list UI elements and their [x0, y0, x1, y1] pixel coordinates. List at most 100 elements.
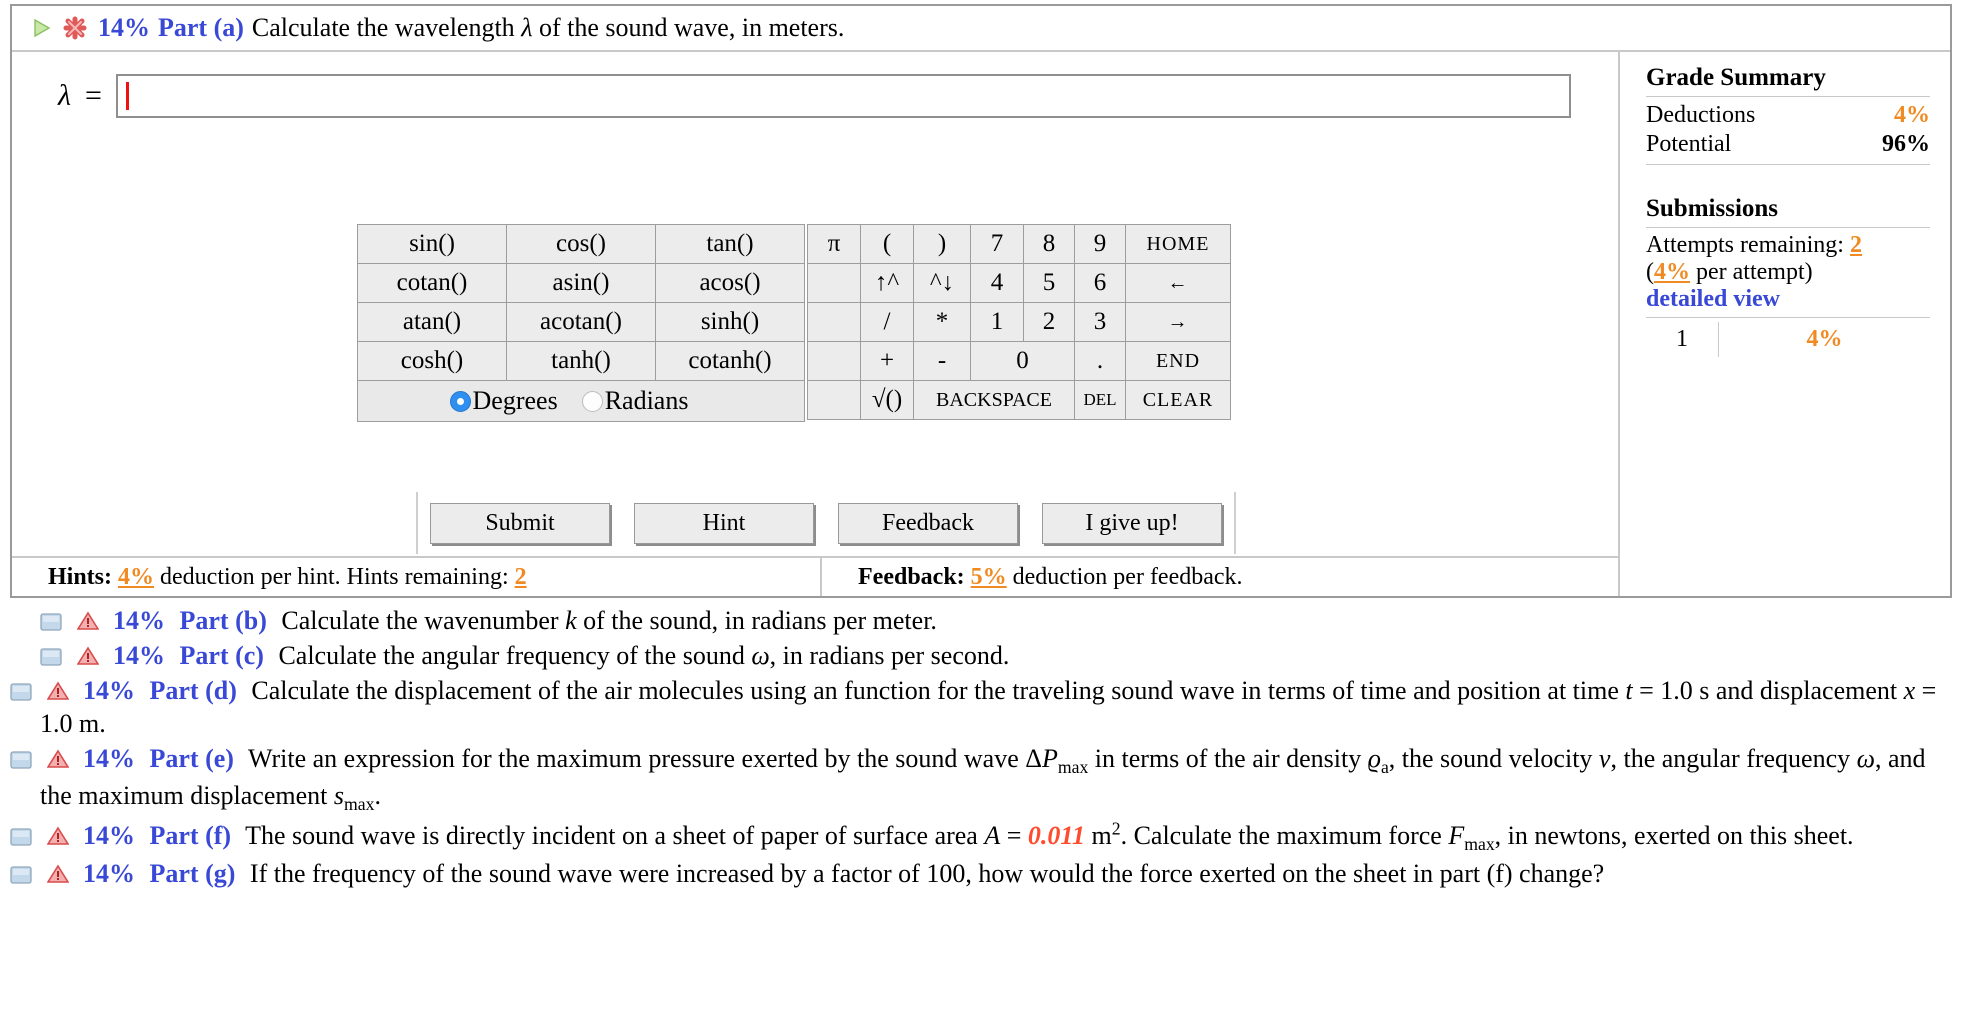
function-row: cotan() asin() acos() — [357, 263, 805, 303]
calc-key-asin[interactable]: asin() — [506, 263, 656, 303]
calc-key-blank — [807, 341, 861, 381]
calc-key-home[interactable]: HOME — [1125, 224, 1231, 264]
calc-key-3[interactable]: 3 — [1074, 302, 1126, 342]
answer-work-area: λ = sin() cos() tan() cotan() asin() aco… — [12, 52, 1620, 596]
degrees-radio[interactable] — [449, 390, 471, 412]
attempts-remaining-row: Attempts remaining: 2 — [1646, 232, 1930, 259]
expand-square-icon[interactable] — [10, 866, 32, 885]
calc-key-arrow-left[interactable]: ← — [1125, 263, 1231, 303]
warning-triangle-icon — [46, 826, 69, 845]
play-triangle-icon[interactable] — [30, 17, 52, 39]
calc-key-superscript[interactable]: ↑^ — [860, 263, 914, 303]
detailed-view-link-row: detailed view — [1646, 286, 1930, 313]
part-d-line[interactable]: 14% Part (d) Calculate the displacement … — [10, 674, 1958, 742]
calc-key-lparen[interactable]: ( — [860, 224, 914, 264]
function-row: cosh() tanh() cotanh() — [357, 341, 805, 381]
expand-square-icon[interactable] — [10, 682, 32, 701]
feedback-button[interactable]: Feedback — [838, 502, 1018, 544]
hints-deduction: 4% — [118, 564, 155, 590]
expand-square-icon[interactable] — [10, 828, 32, 846]
calc-key-rparen[interactable]: ) — [913, 224, 971, 264]
calc-key-cotan[interactable]: cotan() — [357, 263, 507, 303]
expand-square-icon[interactable] — [40, 613, 62, 631]
hints-text-mid: deduction per hint. Hints remaining: — [154, 564, 515, 590]
calc-key-sqrt[interactable]: √() — [860, 380, 914, 420]
calc-key-clear[interactable]: CLEAR — [1125, 380, 1231, 420]
expand-square-icon[interactable] — [10, 751, 32, 769]
part-g-line[interactable]: 14% Part (g) If the frequency of the sou… — [10, 857, 1958, 891]
calc-key-4[interactable]: 4 — [970, 263, 1024, 303]
hint-button[interactable]: Hint — [634, 502, 814, 544]
calc-key-cos[interactable]: cos() — [506, 224, 656, 264]
attempt-number: 1 — [1675, 325, 1688, 352]
per-attempt-text: per attempt) — [1690, 258, 1813, 285]
calc-key-minus[interactable]: - — [913, 341, 971, 381]
calc-key-backspace[interactable]: BACKSPACE — [913, 380, 1075, 420]
part-d-text: Calculate the displacement of the air mo… — [40, 675, 1937, 739]
part-e-line[interactable]: 14% Part (e) Write an expression for the… — [10, 742, 1958, 816]
divider — [1646, 163, 1930, 165]
calc-key-sinh[interactable]: sinh() — [655, 302, 805, 342]
calc-key-sin[interactable]: sin() — [357, 224, 507, 264]
calc-key-end[interactable]: END — [1125, 341, 1231, 381]
calc-key-acos[interactable]: acos() — [655, 263, 805, 303]
calc-key-blank — [807, 302, 861, 342]
give-up-button[interactable]: I give up! — [1042, 502, 1222, 544]
calc-key-0[interactable]: 0 — [970, 341, 1075, 381]
active-part-body: λ = sin() cos() tan() cotan() asin() aco… — [12, 52, 1950, 596]
part-c-line[interactable]: 14% Part (c) Calculate the angular frequ… — [10, 639, 1958, 673]
calc-key-decimal[interactable]: . — [1074, 341, 1126, 381]
calc-key-cosh[interactable]: cosh() — [357, 341, 507, 381]
calc-key-1[interactable]: 1 — [970, 302, 1024, 342]
calc-key-7[interactable]: 7 — [970, 224, 1024, 264]
calculator-widget: sin() cos() tan() cotan() asin() acos() … — [357, 224, 1231, 422]
expand-square-icon[interactable] — [40, 648, 62, 666]
homework-problem-page: 14% Part (a) Calculate the wavelength λ … — [0, 0, 1968, 1024]
part-f-text: The sound wave is directly incident on a… — [245, 818, 1854, 855]
calc-key-8[interactable]: 8 — [1023, 224, 1075, 264]
calc-key-cotanh[interactable]: cotanh() — [655, 341, 805, 381]
calc-key-subscript[interactable]: ^↓ — [913, 263, 971, 303]
feedback-info: Feedback: 5% deduction per feedback. — [822, 558, 1243, 596]
radians-radio[interactable] — [581, 390, 603, 412]
calc-key-plus[interactable]: + — [860, 341, 914, 381]
submit-button[interactable]: Submit — [430, 502, 610, 544]
calc-key-6[interactable]: 6 — [1074, 263, 1126, 303]
part-f-line[interactable]: 14% Part (f) The sound wave is directly … — [10, 818, 1958, 857]
calc-key-tan[interactable]: tan() — [655, 224, 805, 264]
calc-key-multiply[interactable]: * — [913, 302, 971, 342]
calc-key-2[interactable]: 2 — [1023, 302, 1075, 342]
calc-key-5[interactable]: 5 — [1023, 263, 1075, 303]
feedback-text: deduction per feedback. — [1006, 564, 1243, 590]
part-a-label: Part (a) — [158, 13, 244, 42]
calc-key-pi[interactable]: π — [807, 224, 861, 264]
keypad-row: √() BACKSPACE DEL CLEAR — [807, 380, 1231, 420]
action-button-row: Submit Hint Feedback I give up! — [416, 492, 1236, 554]
calc-key-del[interactable]: DEL — [1074, 380, 1126, 420]
other-parts-list: 14% Part (b) Calculate the wavenumber k … — [10, 604, 1958, 892]
radians-label[interactable]: Radians — [605, 386, 689, 416]
calc-key-9[interactable]: 9 — [1074, 224, 1126, 264]
degrees-label[interactable]: Degrees — [473, 386, 558, 416]
prompt-prefix: Calculate the wavelength — [251, 13, 522, 42]
part-f-label: Part (f) — [149, 821, 232, 851]
attempts-table: 1 4% — [1646, 321, 1930, 357]
keypad-row: π ( ) 7 8 9 HOME — [807, 224, 1231, 264]
active-part-panel: 14% Part (a) Calculate the wavelength λ … — [10, 4, 1952, 598]
part-f-percent: 14% — [83, 821, 135, 851]
calc-key-divide[interactable]: / — [860, 302, 914, 342]
calc-key-tanh[interactable]: tanh() — [506, 341, 656, 381]
calc-key-atan[interactable]: atan() — [357, 302, 507, 342]
calc-key-arrow-right[interactable]: → — [1125, 302, 1231, 342]
text-cursor — [125, 82, 129, 110]
submissions-title: Submissions — [1646, 194, 1779, 222]
answer-input[interactable] — [115, 74, 1571, 118]
detailed-view-link[interactable]: detailed view — [1646, 286, 1780, 312]
part-a-percent: 14% — [98, 13, 150, 42]
calc-key-acotan[interactable]: acotan() — [506, 302, 656, 342]
part-c-label: Part (c) — [179, 640, 264, 670]
calc-key-blank — [807, 380, 861, 420]
part-b-line[interactable]: 14% Part (b) Calculate the wavenumber k … — [10, 604, 1958, 638]
warning-triangle-icon — [76, 646, 99, 665]
